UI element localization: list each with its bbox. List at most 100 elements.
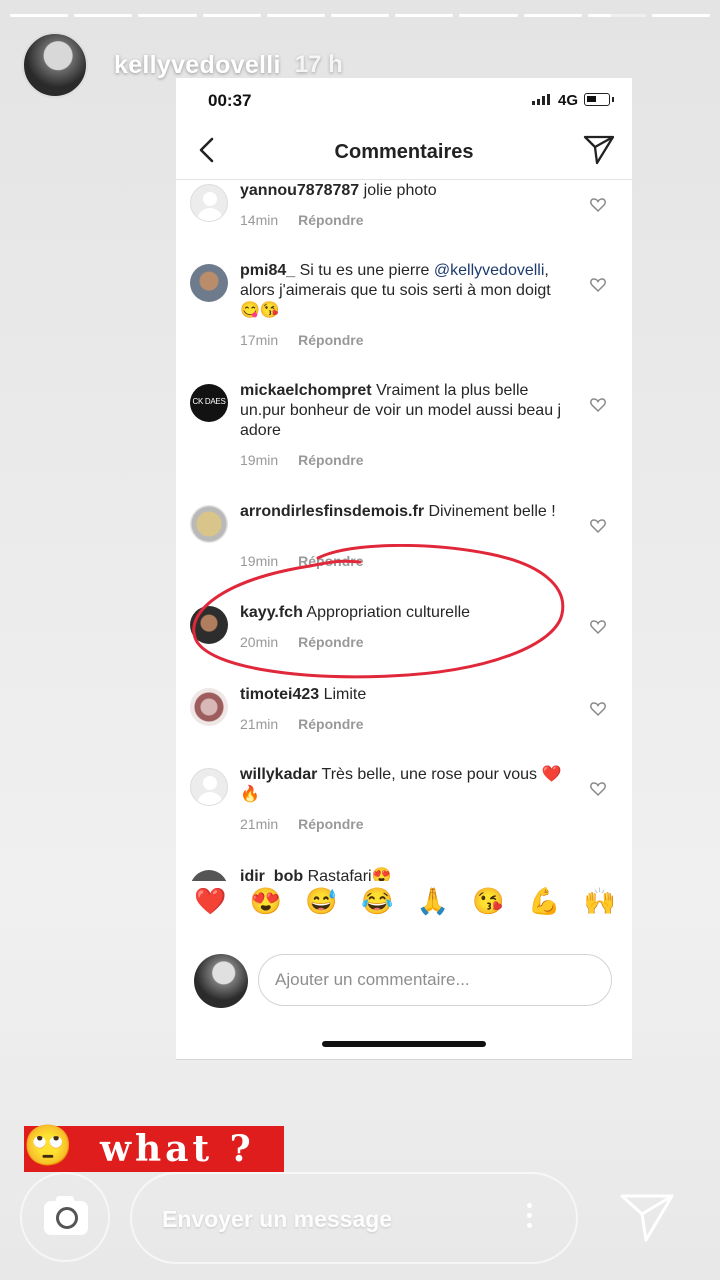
heart-icon[interactable] bbox=[590, 781, 606, 797]
reply-button[interactable]: Répondre bbox=[298, 716, 363, 732]
camera-button[interactable] bbox=[20, 1172, 110, 1262]
joy-emoji-button[interactable]: 😂 bbox=[361, 886, 393, 917]
comment-composer: Ajouter un commentaire... bbox=[176, 954, 632, 1014]
camera-icon-body bbox=[44, 1201, 88, 1235]
progress-segment bbox=[330, 14, 390, 17]
progress-segment bbox=[202, 14, 261, 17]
progress-segment bbox=[266, 14, 325, 17]
comment-time: 21min bbox=[240, 716, 279, 732]
message-placeholder: Envoyer un message bbox=[162, 1206, 393, 1232]
comment-meta: 21min Répondre bbox=[240, 816, 363, 832]
progress-segment bbox=[459, 14, 518, 17]
comment-body: Divinement belle ! bbox=[428, 503, 556, 520]
battery-icon bbox=[584, 93, 614, 106]
progress-segment-active bbox=[587, 14, 646, 17]
pray-emoji-button[interactable]: 🙏 bbox=[417, 886, 449, 917]
paper-plane-icon[interactable] bbox=[618, 1190, 676, 1244]
comment-item: idir_bob Rastafari😍 bbox=[176, 867, 632, 881]
eye-roll-emoji: 🙄 bbox=[23, 1124, 73, 1168]
comment-text: timotei423 Limite bbox=[240, 685, 570, 705]
message-input[interactable]: Envoyer un message bbox=[130, 1172, 578, 1264]
progress-segment bbox=[138, 14, 197, 17]
comment-item: willykadar Très belle, une rose pour vou… bbox=[176, 765, 632, 855]
comment-text: yannou7878787 jolie photo bbox=[240, 181, 570, 201]
muscle-emoji-button[interactable]: 💪 bbox=[528, 886, 560, 917]
sweat-smile-emoji-button[interactable]: 😅 bbox=[305, 886, 337, 917]
avatar[interactable] bbox=[190, 688, 228, 726]
comment-body: Rastafari😍 bbox=[307, 868, 392, 881]
comment-body: Appropriation culturelle bbox=[306, 604, 471, 621]
reply-button[interactable]: Répondre bbox=[298, 634, 363, 650]
heart-icon[interactable] bbox=[590, 197, 606, 213]
avatar[interactable] bbox=[190, 264, 228, 302]
what-sticker: 🙄 what ? bbox=[23, 1124, 284, 1172]
avatar[interactable] bbox=[190, 870, 228, 881]
signal-icon bbox=[532, 94, 550, 105]
comment-item: mickaelchompret Vraiment la plus belle u… bbox=[176, 381, 632, 491]
comment-meta: 20min Répondre bbox=[240, 634, 363, 650]
progress-segment bbox=[395, 14, 454, 17]
paper-plane-icon[interactable] bbox=[582, 132, 616, 166]
heart-icon[interactable] bbox=[590, 701, 606, 717]
comment-text: arrondirlesfinsdemois.fr Divinement bell… bbox=[240, 502, 570, 522]
heart-icon[interactable] bbox=[590, 619, 606, 635]
heart-emoji-button[interactable]: ❤️ bbox=[194, 886, 226, 917]
comments-screenshot: 00:37 4G Commentaires yannou7878787 joli… bbox=[176, 78, 632, 1060]
more-options-icon[interactable] bbox=[527, 1203, 533, 1233]
comment-time: 19min bbox=[240, 553, 279, 569]
reply-button[interactable]: Répondre bbox=[298, 332, 363, 348]
progress-segment bbox=[651, 14, 711, 17]
comment-time: 20min bbox=[240, 634, 279, 650]
comment-mention[interactable]: @kellyvedovelli bbox=[434, 262, 545, 279]
story-progress-bar bbox=[10, 14, 711, 17]
avatar[interactable] bbox=[190, 384, 228, 422]
comment-meta: 17min Répondre bbox=[240, 332, 363, 348]
comment-body: Limite bbox=[323, 686, 367, 703]
comment-username[interactable]: pmi84_ bbox=[240, 262, 295, 279]
avatar[interactable] bbox=[190, 768, 228, 806]
progress-segment bbox=[10, 14, 69, 17]
comment-meta: 21min Répondre bbox=[240, 716, 363, 732]
comment-username[interactable]: timotei423 bbox=[240, 686, 319, 703]
comment-text: idir_bob Rastafari😍 bbox=[240, 867, 570, 881]
comment-time: 17min bbox=[240, 332, 279, 348]
reply-button[interactable]: Répondre bbox=[298, 212, 363, 228]
heart-eyes-emoji-button[interactable]: 😍 bbox=[250, 886, 282, 917]
network-label: 4G bbox=[558, 92, 579, 109]
comment-item: yannou7878787 jolie photo 14min Répondre bbox=[176, 181, 632, 257]
comment-username[interactable]: mickaelchompret bbox=[240, 382, 372, 399]
story-time-ago: 17 h bbox=[294, 51, 343, 78]
comment-meta: 14min Répondre bbox=[240, 212, 363, 228]
avatar bbox=[194, 954, 248, 1008]
story-username[interactable]: kellyvedovelli bbox=[114, 51, 281, 80]
emoji-reaction-bar: ❤️ 😍 😅 😂 🙏 😘 💪 🙌 bbox=[176, 886, 632, 917]
comment-time: 21min bbox=[240, 816, 279, 832]
kiss-emoji-button[interactable]: 😘 bbox=[472, 886, 504, 917]
reply-button[interactable]: Répondre bbox=[298, 553, 363, 569]
comment-text: willykadar Très belle, une rose pour vou… bbox=[240, 765, 570, 805]
avatar[interactable] bbox=[190, 606, 228, 644]
comment-text: kayy.fch Appropriation culturelle bbox=[240, 603, 570, 623]
status-bar: 00:37 4G bbox=[176, 78, 632, 122]
status-time: 00:37 bbox=[208, 91, 252, 110]
heart-icon[interactable] bbox=[590, 397, 606, 413]
reply-button[interactable]: Répondre bbox=[298, 816, 363, 832]
reply-button[interactable]: Répondre bbox=[298, 452, 363, 468]
heart-icon[interactable] bbox=[590, 518, 606, 534]
story-avatar[interactable] bbox=[22, 32, 88, 98]
avatar[interactable] bbox=[190, 505, 228, 543]
comment-meta: 19min Répondre bbox=[240, 452, 363, 468]
comment-text: mickaelchompret Vraiment la plus belle u… bbox=[240, 381, 570, 441]
comment-username[interactable]: arrondirlesfinsdemois.fr bbox=[240, 503, 424, 520]
comment-text: pmi84_ Si tu es une pierre @kellyvedovel… bbox=[240, 261, 570, 321]
comment-username[interactable]: idir_bob bbox=[240, 868, 303, 881]
home-indicator bbox=[322, 1041, 486, 1047]
comment-username[interactable]: willykadar bbox=[240, 766, 317, 783]
comment-input[interactable]: Ajouter un commentaire... bbox=[258, 954, 612, 1006]
heart-icon[interactable] bbox=[590, 277, 606, 293]
comment-username[interactable]: yannou7878787 bbox=[240, 182, 359, 199]
comment-username[interactable]: kayy.fch bbox=[240, 604, 303, 621]
comments-header: Commentaires bbox=[176, 122, 632, 180]
raised-hands-emoji-button[interactable]: 🙌 bbox=[584, 886, 616, 917]
avatar[interactable] bbox=[190, 184, 228, 222]
